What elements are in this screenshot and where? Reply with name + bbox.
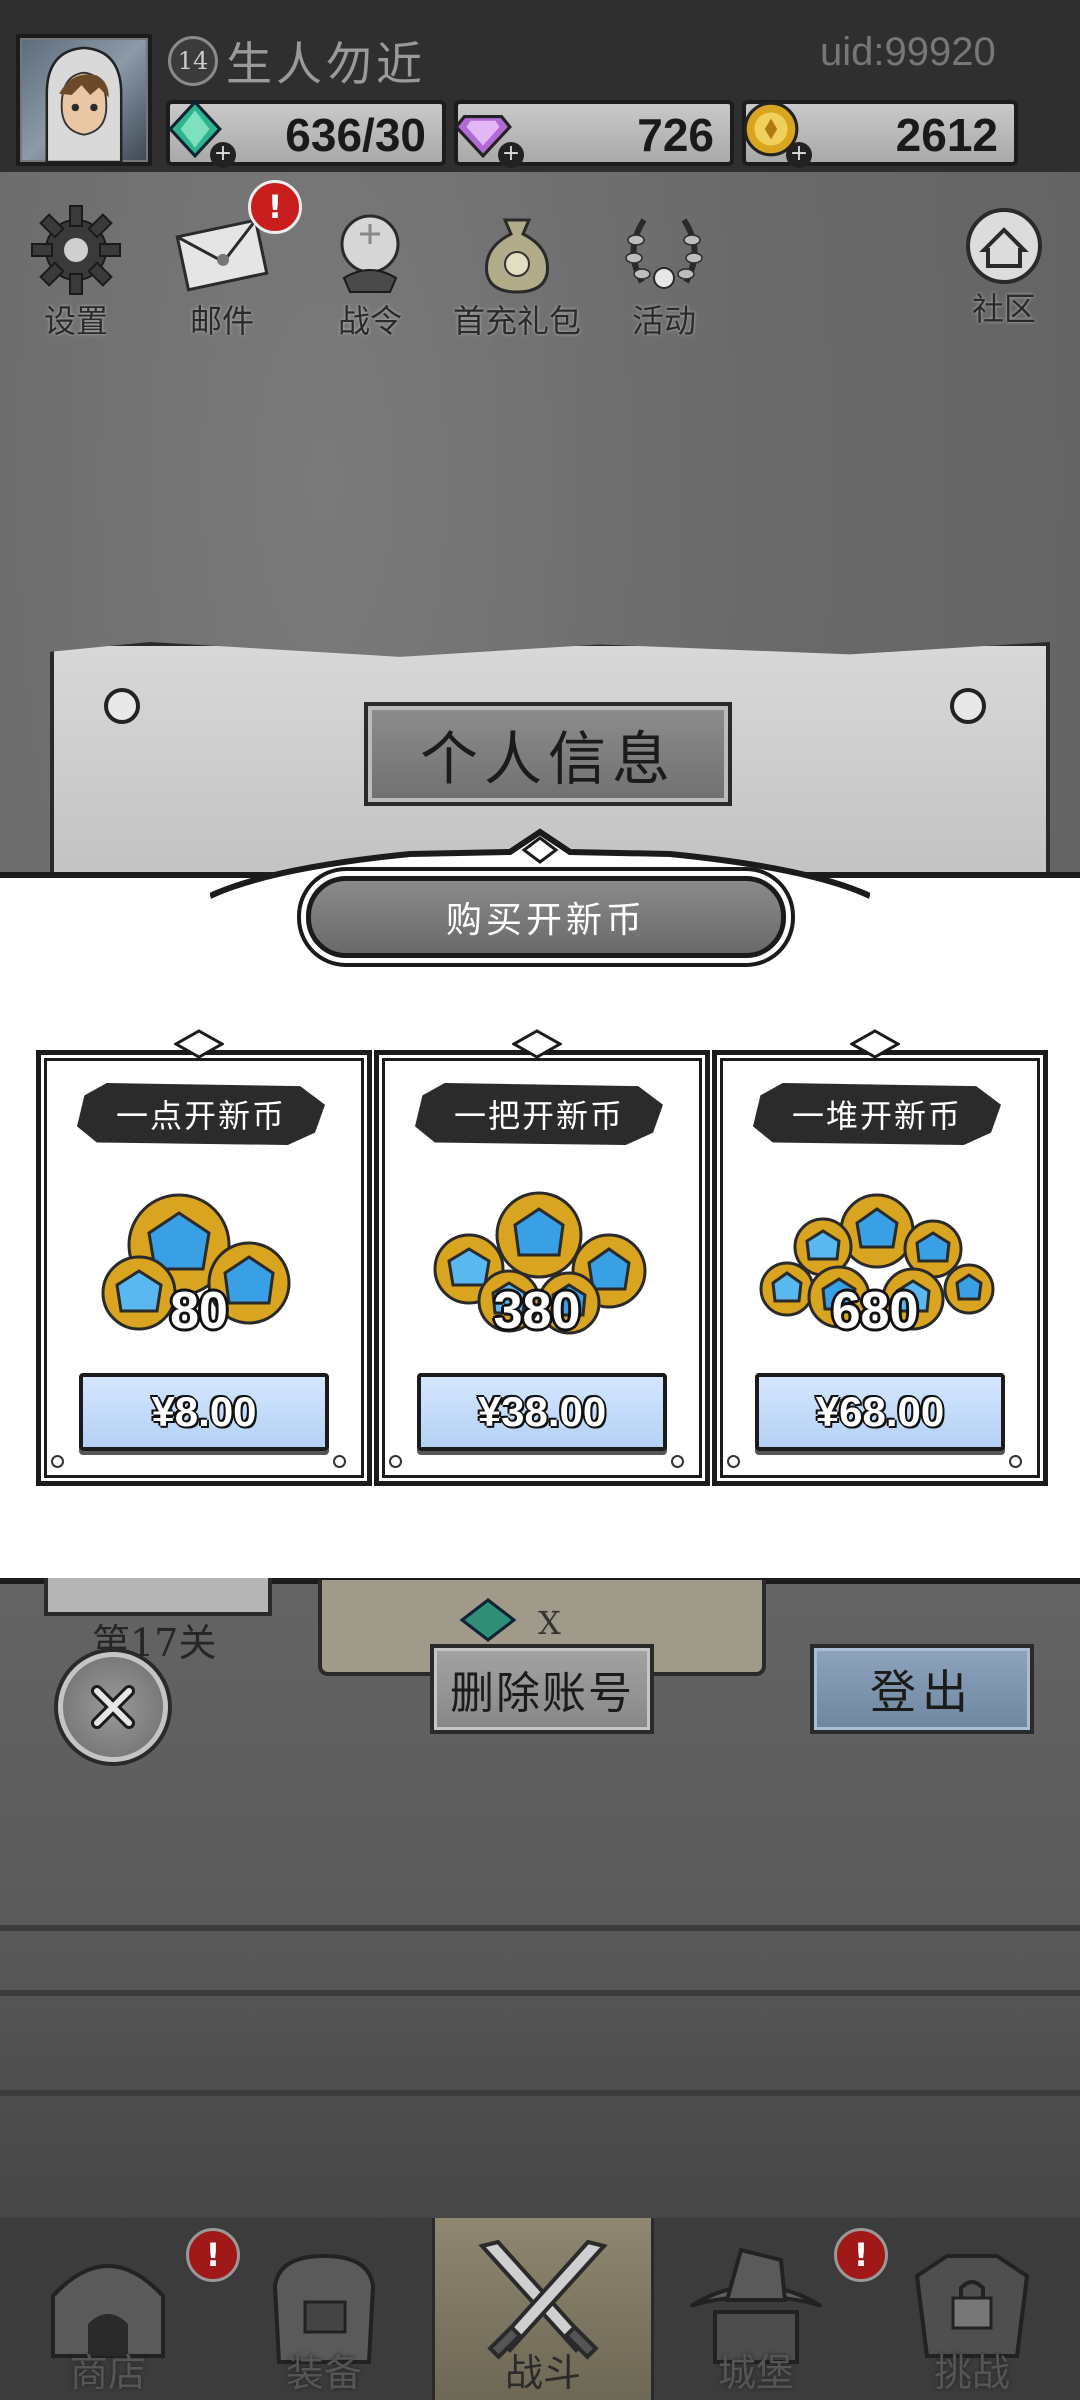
purchase-title: 购买开新币 [445, 900, 646, 941]
nav-challenge-label: 挑战 [933, 2351, 1010, 2395]
pack-amount: 80 [170, 1282, 228, 1340]
battle-pass-label: 战令 [337, 302, 402, 340]
mail-button[interactable]: 邮件 ! [162, 180, 302, 340]
settings-button[interactable]: 设置 [16, 200, 136, 340]
board-nail-hole [950, 688, 986, 724]
pack-name-banner: 一堆开新币 [753, 1083, 1001, 1145]
stage-tab [44, 1578, 272, 1616]
money-bag-icon [485, 218, 549, 294]
first-recharge-label: 首充礼包 [452, 302, 581, 340]
crystal-ball-icon [340, 214, 400, 293]
buy-price-button[interactable]: ¥68.00 [755, 1373, 1005, 1451]
level-badge: 14 [168, 36, 218, 86]
card-corner-dot [727, 1455, 740, 1468]
pack-name: 一堆开新币 [791, 1097, 962, 1135]
pack-price: ¥38.00 [477, 1388, 607, 1435]
board-nail-hole [104, 688, 140, 724]
nav-shop-label: 商店 [69, 2351, 146, 2395]
green-gem-icon [459, 1598, 517, 1642]
nav-battle[interactable]: 战斗 [432, 2218, 654, 2400]
stamina-value: 636/30 [285, 109, 426, 161]
delete-account-label: 删除账号 [450, 1668, 634, 1719]
nav-challenge[interactable]: 挑战 [864, 2218, 1080, 2400]
settings-label: 设置 [43, 302, 108, 340]
community-button[interactable]: 社区 [944, 200, 1064, 340]
pack-name: 一点开新币 [115, 1097, 286, 1135]
player-avatar[interactable] [16, 34, 152, 166]
nav-shop[interactable]: 商店 ! [0, 2218, 240, 2400]
events-label: 活动 [631, 302, 696, 340]
nav-equipment[interactable]: 装备 [216, 2218, 432, 2400]
add-gems-icon[interactable]: + [498, 142, 524, 168]
profile-title: 个人信息 [419, 725, 676, 793]
gold-value: 2612 [895, 109, 998, 161]
logout-button[interactable]: 登出 [810, 1644, 1034, 1734]
mail-label: 邮件 [189, 302, 254, 340]
card-corner-dot [671, 1455, 684, 1468]
diamond-ornament-icon [174, 1029, 224, 1059]
stamina-counter[interactable]: + 636/30 [166, 99, 446, 168]
pack-price: ¥8.00 [151, 1388, 257, 1435]
delete-account-button[interactable]: 删除账号 [430, 1644, 654, 1734]
nav-castle[interactable]: 城堡 ! [648, 2218, 888, 2400]
player-uid: uid:99920 [820, 30, 996, 74]
battle-pass-button[interactable]: 战令 [310, 200, 430, 340]
coin-pack-card[interactable]: 一点开新币 80 ¥8.00 [36, 1029, 372, 1486]
community-label: 社区 [971, 290, 1036, 328]
card-corner-dot [333, 1455, 346, 1468]
gems-counter[interactable]: + 726 [454, 100, 734, 168]
player-name: 生人勿近 [226, 37, 426, 91]
buy-price-button[interactable]: ¥8.00 [79, 1373, 329, 1451]
card-corner-dot [1009, 1455, 1022, 1468]
pack-price: ¥68.00 [815, 1388, 945, 1435]
laurel-wreath-icon [625, 218, 703, 289]
card-corner-dot [389, 1455, 402, 1468]
first-recharge-button[interactable]: 首充礼包 [452, 200, 582, 340]
logout-label: 登出 [870, 1665, 974, 1719]
pack-name-banner: 一点开新币 [77, 1083, 325, 1145]
diamond-ornament-icon [512, 1029, 562, 1059]
add-stamina-icon[interactable]: + [210, 142, 236, 168]
hero-portrait-icon [45, 46, 123, 164]
pack-amount: 680 [831, 1282, 919, 1340]
gear-icon [31, 205, 121, 295]
coin-pack-card[interactable]: 一堆开新币 680 ¥68.00 [712, 1029, 1048, 1486]
purchase-title-banner: 购买开新币 [306, 876, 786, 958]
mail-alert-badge: ! [248, 180, 302, 234]
card-corner-dot [51, 1455, 64, 1468]
add-gold-icon[interactable]: + [786, 142, 812, 168]
coin-pack-card[interactable]: 一把开新币 380 ¥38.00 [374, 1029, 710, 1486]
gold-counter[interactable]: + 2612 [742, 100, 1018, 168]
plank-divider [0, 1925, 1080, 1931]
diamond-ornament-icon [850, 1029, 900, 1059]
nav-equipment-label: 装备 [285, 2351, 362, 2395]
buy-price-button[interactable]: ¥38.00 [417, 1373, 667, 1451]
events-button[interactable]: 活动 [604, 200, 724, 340]
pack-name: 一把开新币 [453, 1097, 624, 1135]
gems-value: 726 [637, 109, 714, 161]
plank-divider [0, 2090, 1080, 2096]
pack-name-banner: 一把开新币 [415, 1083, 663, 1145]
profile-title-plate: 个人信息 [364, 702, 732, 806]
pack-amount: 380 [493, 1282, 581, 1340]
close-button[interactable] [58, 1652, 168, 1762]
nav-castle-label: 城堡 [717, 2351, 794, 2395]
reward-multiplier: X [538, 1604, 561, 1642]
nav-battle-label: 战斗 [504, 2351, 581, 2395]
close-icon [91, 1685, 135, 1729]
plank-divider [0, 1990, 1080, 1996]
